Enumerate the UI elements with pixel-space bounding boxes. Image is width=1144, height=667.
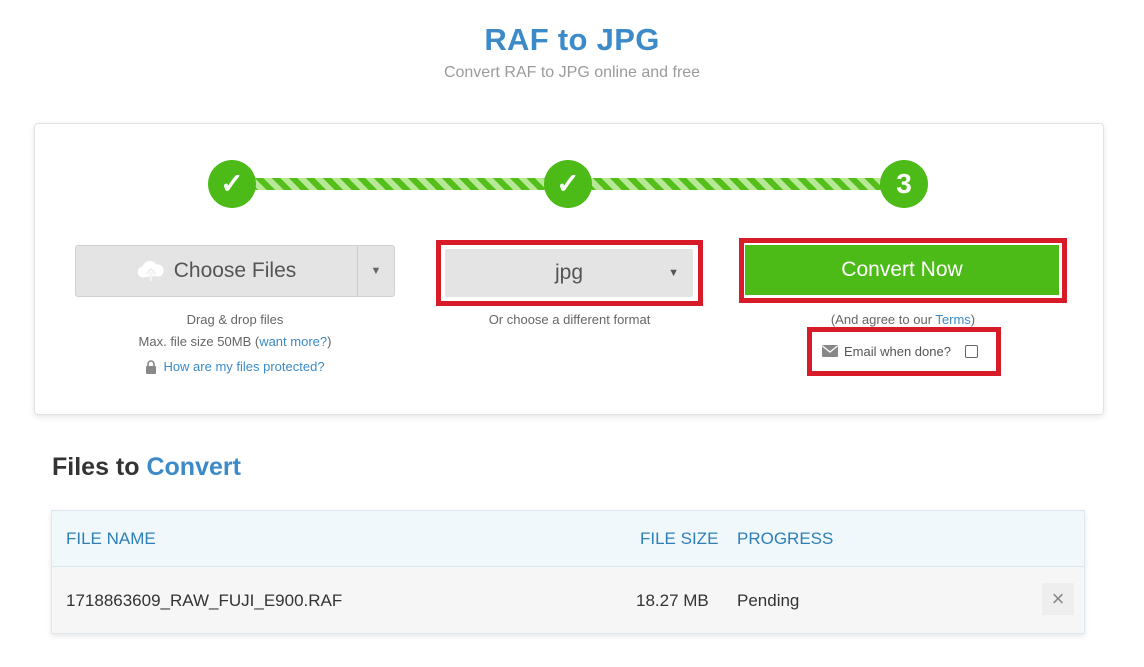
column-file-name: FILE NAME (66, 529, 156, 548)
agree-text: (And agree to our (830, 312, 936, 327)
files-section-title: Files to Convert (52, 453, 241, 482)
agree-close: ) (970, 312, 976, 327)
column-file-size: FILE SIZE (640, 529, 719, 548)
max-size-text: Max. file size 50MB ( (138, 334, 260, 349)
format-select[interactable]: jpg ▼ (445, 249, 693, 297)
max-size-close: ) (327, 334, 332, 349)
terms-hint: (And agree to our Terms) (739, 312, 1067, 327)
table-row: 1718863609_RAW_FUJI_E900.RAF 18.27 MB Pe… (52, 567, 1084, 633)
progress-cell: Pending (737, 591, 800, 610)
envelope-icon (822, 345, 838, 357)
drag-drop-hint: Drag & drop files (186, 312, 284, 327)
column-progress: PROGRESS (737, 529, 834, 548)
page-title: RAF to JPG (484, 22, 660, 57)
file-name-cell: 1718863609_RAW_FUJI_E900.RAF (66, 591, 343, 610)
step-2-complete: ✓ (544, 160, 592, 208)
caret-down-icon: ▼ (668, 267, 679, 279)
page-subtitle: Convert RAF to JPG online and free (443, 64, 701, 81)
format-selected-value: jpg (554, 261, 584, 284)
email-checkbox[interactable] (964, 344, 978, 358)
files-protected-link[interactable]: How are my files protected? (163, 359, 324, 374)
choose-files-dropdown[interactable]: ▼ (358, 246, 394, 296)
files-table: FILE NAME FILE SIZE PROGRESS 1718863609_… (51, 510, 1085, 634)
lock-icon (146, 359, 157, 374)
convert-now-button[interactable]: Convert Now (745, 245, 1059, 295)
caret-down-icon: ▼ (370, 265, 382, 277)
choose-files-label: Choose Files (173, 259, 297, 282)
email-label: Email when done? (844, 343, 951, 359)
step-1-complete: ✓ (208, 160, 256, 208)
close-icon: × (1051, 586, 1065, 611)
want-more-link[interactable]: want more? (259, 334, 327, 349)
choose-files-button[interactable]: Choose Files (76, 246, 358, 296)
remove-file-button[interactable]: × (1042, 583, 1074, 615)
email-when-done[interactable]: Email when done? (822, 342, 978, 360)
step-3-current: 3 (880, 160, 928, 208)
terms-link[interactable]: Terms (935, 312, 970, 327)
format-hint: Or choose a different format (488, 312, 651, 327)
files-title-accent: Convert (146, 453, 241, 481)
progress-track-2 (588, 178, 886, 190)
choose-files-control: Choose Files ▼ (75, 245, 395, 297)
file-size-cell: 18.27 MB (636, 591, 709, 610)
protected-hint: How are my files protected? (75, 359, 395, 374)
files-title-prefix: Files to (52, 453, 147, 481)
max-size-hint: Max. file size 50MB (want more?) (75, 334, 395, 349)
progress-track-1 (250, 178, 550, 190)
cloud-upload-icon (137, 260, 164, 281)
table-header: FILE NAME FILE SIZE PROGRESS (52, 511, 1084, 567)
